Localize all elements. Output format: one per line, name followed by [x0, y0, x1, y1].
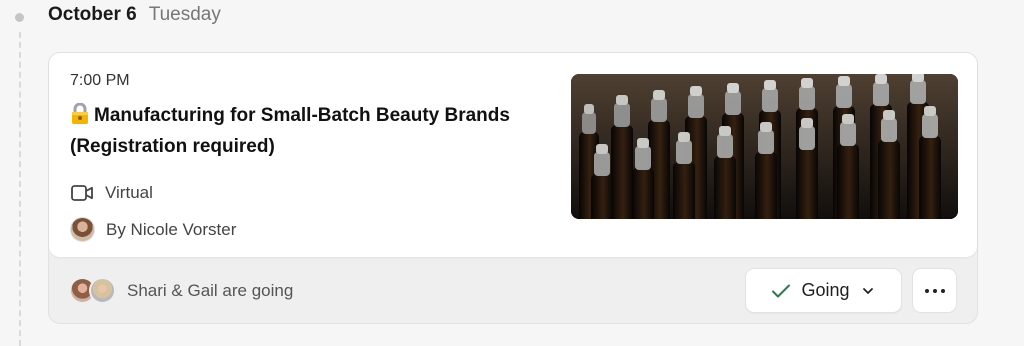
event-details[interactable]: 7:00 PM Manufacturing for Small-Batch Be… [49, 53, 977, 257]
host-avatar[interactable] [70, 217, 95, 242]
video-camera-icon [71, 185, 93, 201]
event-host-label: By Nicole Vorster [106, 219, 237, 239]
chevron-down-icon [862, 287, 873, 294]
more-options-button[interactable] [912, 268, 957, 313]
event-location: Virtual [70, 183, 153, 203]
event-date: October 6 [48, 4, 137, 25]
attendees-text: Shari & Gail are going [127, 281, 294, 300]
attendee-avatars[interactable] [69, 277, 117, 305]
event-title-line-2: (Registration required) [70, 136, 275, 157]
event-host[interactable]: By Nicole Vorster [70, 217, 236, 242]
bottles-photo [571, 74, 958, 219]
going-label: Going [801, 280, 850, 300]
attendee-avatar-gail[interactable] [89, 277, 116, 304]
more-options-icon [924, 288, 945, 293]
rsvp-summary: Shari & Gail are going [69, 277, 293, 305]
event-time: 7:00 PM [70, 72, 130, 89]
event-weekday: Tuesday [148, 4, 221, 25]
lock-emoji-icon [72, 103, 88, 124]
going-dropdown-button[interactable]: Going [745, 268, 902, 313]
timeline-line [19, 32, 21, 346]
check-icon [772, 284, 791, 297]
event-title-line-1: Manufacturing for Small-Batch Beauty Bra… [94, 105, 510, 126]
timeline-dot [15, 13, 24, 22]
event-cover-image[interactable] [571, 74, 958, 219]
event-card[interactable]: 7:00 PM Manufacturing for Small-Batch Be… [48, 52, 978, 324]
event-title[interactable]: Manufacturing for Small-Batch Beauty Bra… [70, 100, 560, 162]
event-location-label: Virtual [105, 183, 153, 202]
date-header: October 6 Tuesday [48, 4, 221, 30]
